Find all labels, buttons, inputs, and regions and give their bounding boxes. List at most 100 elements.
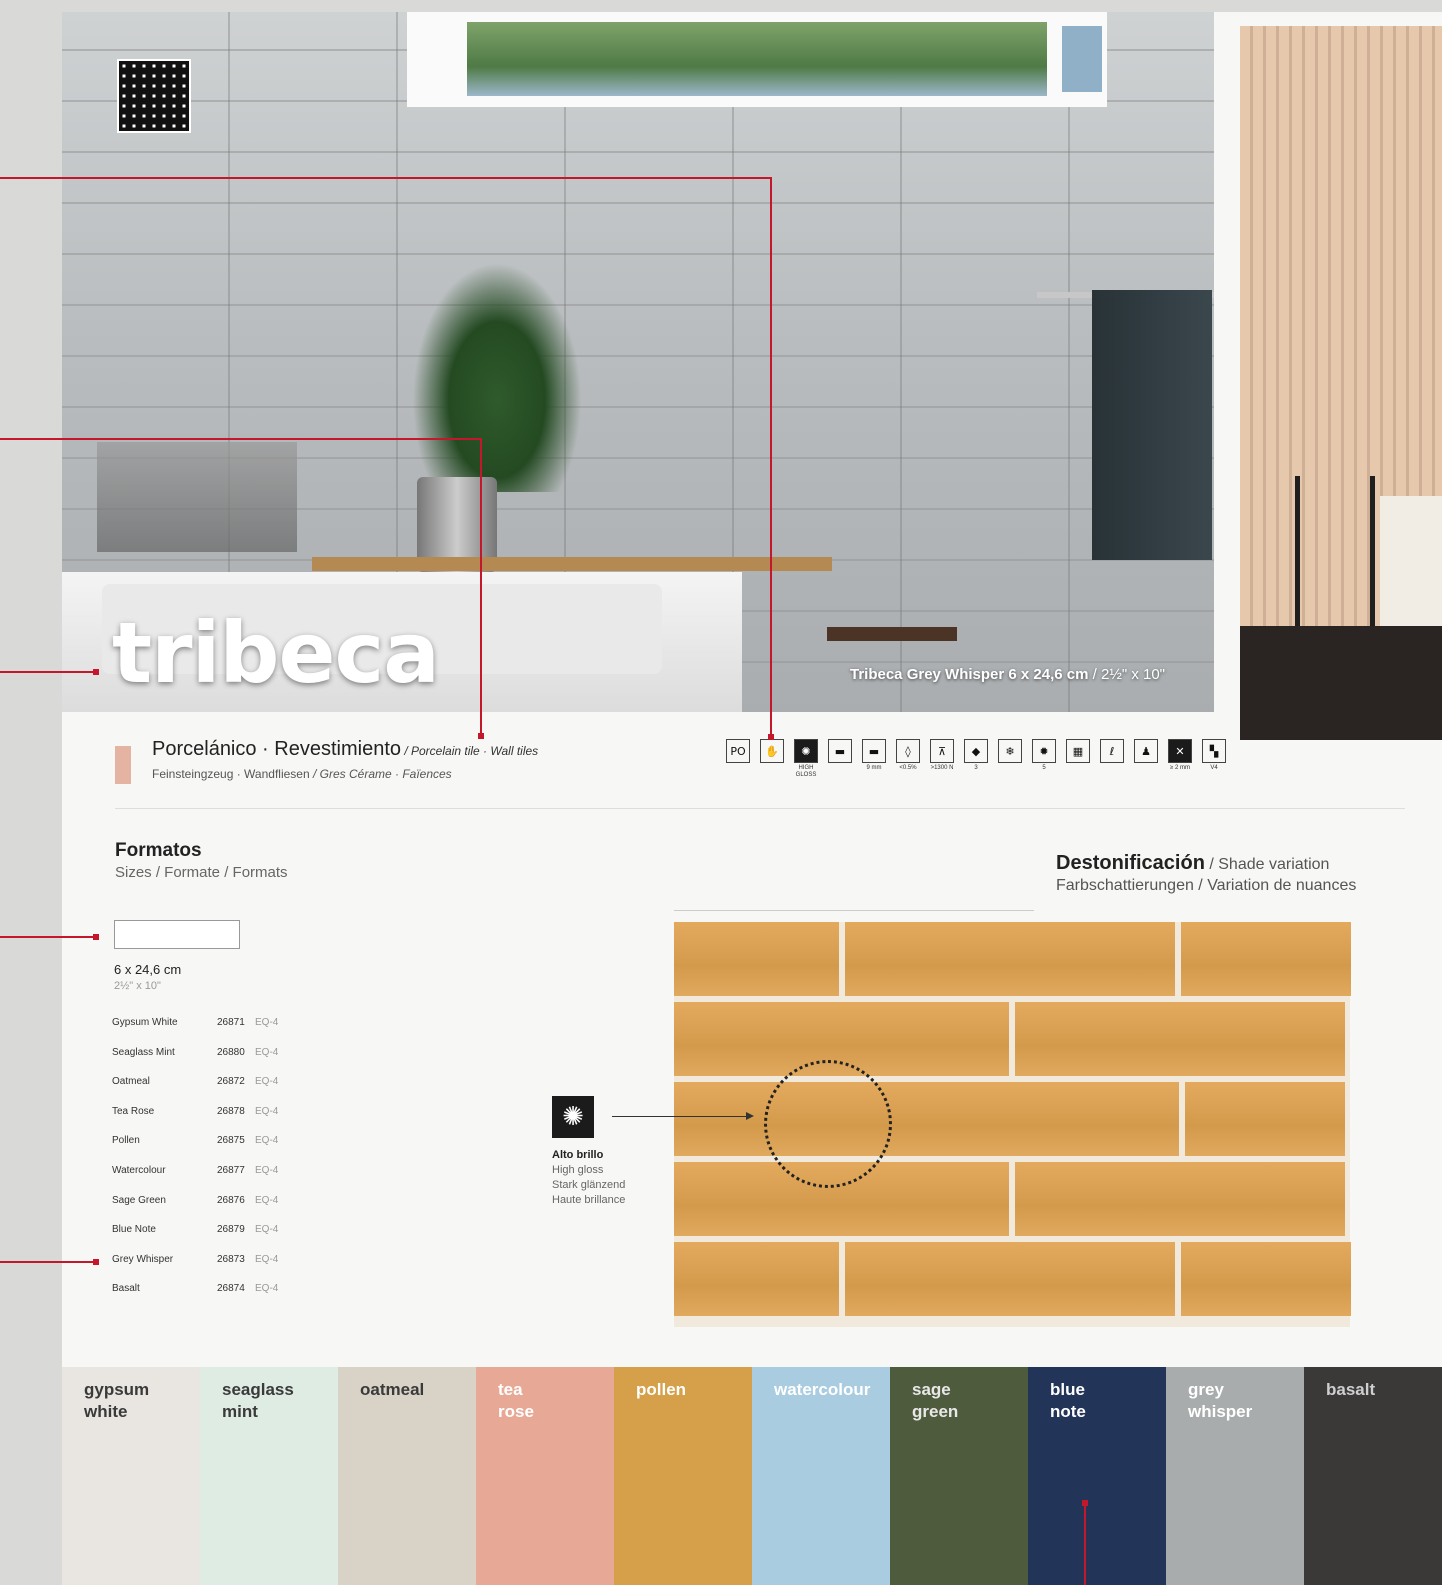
leader-dot [93,1259,99,1265]
abrasion-icon: ◆ 3 [962,739,990,799]
frost-icon: ❄ [996,739,1024,799]
leader-line [1084,1502,1086,1585]
reference-eq: EQ-4 [255,1076,279,1088]
reference-name: Sage Green [112,1194,166,1206]
reference-name: Blue Note [112,1224,156,1236]
light-icon: ✹ 5 [1030,739,1058,799]
color-swatch: oatmeal [338,1367,476,1585]
reference-eq: EQ-4 [255,1135,279,1147]
reference-row: Sage Green 26876 EQ-4 [112,1195,292,1225]
reference-name: Seaglass Mint [112,1046,175,1058]
color-name: pollen [636,1380,687,1399]
color-swatch: tea rose [476,1367,614,1585]
catalog-page: tribeca Tribeca Grey Whisper 6 x 24,6 cm… [62,12,1442,1585]
chemical-icon: ♟ [1132,739,1160,799]
reference-code: 26878 [217,1105,245,1117]
leader-dot [1082,1500,1088,1506]
reference-eq: EQ-4 [255,1105,279,1117]
reference-row: Grey Whisper 26873 EQ-4 [112,1254,292,1284]
reference-row: Watercolour 26877 EQ-4 [112,1165,292,1195]
color-name: gypsum white [84,1380,150,1421]
color-swatch: sage green [890,1367,1028,1585]
product-type: Porcelánico · Revestimiento / Porcelain … [152,738,539,760]
color-swatch: blue note [1028,1367,1166,1585]
high-gloss-icon: ✺ [552,1096,594,1138]
reference-name: Pollen [112,1135,140,1147]
technical-icons: PO ✋ ✺ HIGH GLOSS ▬ ▬ 9 mm ◊ <0.5% ⊼ >1300 N ◆ 3 ❄ ✹ 5 ▦… [724,739,1228,799]
gloss-detail-circle [764,1060,892,1188]
color-swatch: gypsum white [62,1367,200,1585]
faucet [97,442,297,552]
reference-eq: EQ-4 [255,1253,279,1265]
formats-subtitle: Sizes / Formate / Formats [115,864,288,881]
gloss-label: Alto brillo High gloss Stark glänzend Ha… [552,1149,626,1206]
po-icon: PO [724,739,752,799]
tile-shape-icon: ▬ [826,739,854,799]
color-name: sage green [912,1380,959,1421]
reference-eq: EQ-4 [255,1224,279,1236]
qr-code-icon[interactable] [117,59,191,133]
reference-code: 26871 [217,1017,245,1028]
thermal-icon: ℓ [1098,739,1126,799]
reference-row: Gypsum White 26871 EQ-4 [112,1017,292,1047]
format-size-cm: 6 x 24,6 cm [114,962,182,977]
color-name: seaglass mint [222,1380,294,1421]
reference-name: Watercolour [112,1164,166,1176]
color-name: oatmeal [360,1380,425,1399]
leader-line [480,438,482,736]
color-swatch: pollen [614,1367,752,1585]
reference-code: 26873 [217,1253,245,1265]
shade-swatch [674,922,1351,1327]
reference-row: Seaglass Mint 26880 EQ-4 [112,1047,292,1077]
plant [412,262,582,492]
leader-line [0,438,482,440]
leader-line [0,936,96,938]
reference-list: Gypsum White 26871 EQ-4 Seaglass Mint 26880 E… [112,1017,292,1313]
reference-code: 26877 [217,1164,245,1176]
reference-name: Tea Rose [112,1105,155,1117]
color-name: blue note [1050,1380,1086,1421]
reference-eq: EQ-4 [255,1194,279,1206]
leader-line [0,1261,96,1263]
reference-eq: EQ-4 [255,1283,279,1295]
reference-row: Pollen 26875 EQ-4 [112,1135,292,1165]
color-name: tea rose [498,1380,534,1421]
formats-title: Formatos [115,840,202,861]
reference-name: Grey Whisper [112,1253,174,1265]
leader-line [770,177,772,737]
leader-dot [478,733,484,739]
color-swatch: grey whisper [1166,1367,1304,1585]
reference-row: Tea Rose 26878 EQ-4 [112,1106,292,1136]
window [407,12,1107,107]
reference-row: Basalt 26874 EQ-4 [112,1283,292,1313]
leader-dot [768,734,774,740]
arrow-icon [612,1112,754,1120]
color-strip: gypsum white seaglass mint oatmeal tea rose… [62,1367,1442,1585]
reference-eq: EQ-4 [255,1017,279,1028]
reference-name: Gypsum White [112,1017,178,1028]
leader-dot [93,669,99,675]
divider [115,808,1405,809]
color-name: basalt [1326,1380,1376,1399]
variation-icon: ▚ V4 [1200,739,1228,799]
reference-code: 26880 [217,1046,245,1058]
color-swatch: basalt [1304,1367,1442,1585]
shade-subtitle: Farbschattierungen / Variation de nuance… [1056,877,1357,894]
reference-eq: EQ-4 [255,1164,279,1176]
leader-line [0,671,96,673]
leader-line [0,177,772,179]
hand-icon: ✋ [758,739,786,799]
reference-name: Basalt [112,1283,140,1295]
thickness-icon: ▬ 9 mm [860,739,888,799]
shade-title: Destonificación / Shade variation [1056,852,1330,874]
pattern-icon: ▦ [1064,739,1092,799]
color-name: grey whisper [1188,1380,1253,1421]
joint-icon: ✕ ≥ 2 mm [1166,739,1194,799]
hero-photo: tribeca Tribeca Grey Whisper 6 x 24,6 cm… [62,12,1214,712]
side-photo [1240,26,1442,740]
reference-code: 26876 [217,1194,245,1206]
reference-row: Blue Note 26879 EQ-4 [112,1224,292,1254]
color-name: watercolour [774,1380,871,1399]
reference-code: 26879 [217,1224,245,1236]
hero-caption: Tribeca Grey Whisper 6 x 24,6 cm / 2½" x… [850,666,1165,683]
